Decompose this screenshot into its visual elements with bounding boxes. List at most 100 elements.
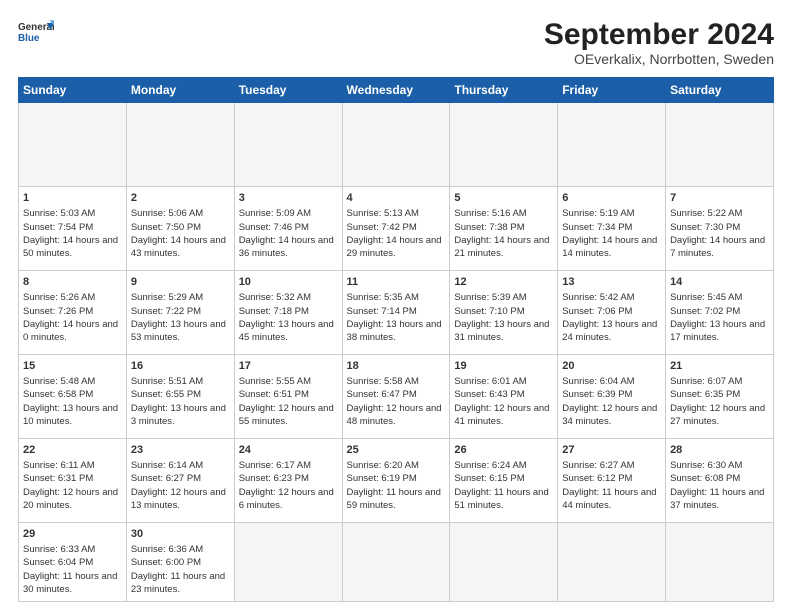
daylight: Daylight: 12 hours and 13 minutes. bbox=[131, 487, 226, 511]
table-row: 30 Sunrise: 6:36 AM Sunset: 6:00 PM Dayligh… bbox=[126, 522, 234, 601]
daylight: Daylight: 14 hours and 43 minutes. bbox=[131, 235, 226, 259]
sunrise: Sunrise: 6:24 AM bbox=[454, 460, 526, 471]
table-row bbox=[342, 103, 450, 187]
sunset: Sunset: 7:38 PM bbox=[454, 222, 524, 233]
daylight: Daylight: 12 hours and 20 minutes. bbox=[23, 487, 118, 511]
table-row bbox=[450, 103, 558, 187]
day-number: 4 bbox=[347, 191, 446, 206]
table-row: 22Sunrise: 6:11 AMSunset: 6:31 PMDayligh… bbox=[19, 438, 127, 522]
col-thursday: Thursday bbox=[450, 78, 558, 103]
daylight: Daylight: 13 hours and 17 minutes. bbox=[670, 319, 765, 343]
daylight: Daylight: 12 hours and 27 minutes. bbox=[670, 403, 765, 427]
day-number: 11 bbox=[347, 275, 446, 290]
sunset: Sunset: 6:12 PM bbox=[562, 473, 632, 484]
table-row: 7Sunrise: 5:22 AMSunset: 7:30 PMDaylight… bbox=[666, 186, 774, 270]
calendar-week-row: 15Sunrise: 5:48 AMSunset: 6:58 PMDayligh… bbox=[19, 354, 774, 438]
table-row bbox=[558, 522, 666, 601]
sunrise: Sunrise: 5:29 AM bbox=[131, 292, 203, 303]
sunset: Sunset: 6:47 PM bbox=[347, 389, 417, 400]
day-number: 27 bbox=[562, 443, 661, 458]
sunrise: Sunrise: 5:39 AM bbox=[454, 292, 526, 303]
sunset: Sunset: 7:02 PM bbox=[670, 306, 740, 317]
sunrise: Sunrise: 6:30 AM bbox=[670, 460, 742, 471]
daylight: Daylight: 14 hours and 7 minutes. bbox=[670, 235, 765, 259]
calendar-week-row: 8Sunrise: 5:26 AMSunset: 7:26 PMDaylight… bbox=[19, 270, 774, 354]
day-number: 17 bbox=[239, 359, 338, 374]
table-row bbox=[19, 103, 127, 187]
sunset: Sunset: 7:18 PM bbox=[239, 306, 309, 317]
daylight: Daylight: 12 hours and 34 minutes. bbox=[562, 403, 657, 427]
day-number: 7 bbox=[670, 191, 769, 206]
table-row: 25Sunrise: 6:20 AMSunset: 6:19 PMDayligh… bbox=[342, 438, 450, 522]
day-number: 10 bbox=[239, 275, 338, 290]
table-row bbox=[450, 522, 558, 601]
table-row: 11Sunrise: 5:35 AMSunset: 7:14 PMDayligh… bbox=[342, 270, 450, 354]
daylight: Daylight: 11 hours and 30 minutes. bbox=[23, 571, 117, 595]
sunset: Sunset: 7:10 PM bbox=[454, 306, 524, 317]
day-number: 14 bbox=[670, 275, 769, 290]
sunset: Sunset: 7:22 PM bbox=[131, 306, 201, 317]
calendar-week-row bbox=[19, 103, 774, 187]
table-row: 12Sunrise: 5:39 AMSunset: 7:10 PMDayligh… bbox=[450, 270, 558, 354]
col-saturday: Saturday bbox=[666, 78, 774, 103]
table-row: 21Sunrise: 6:07 AMSunset: 6:35 PMDayligh… bbox=[666, 354, 774, 438]
title-block: September 2024 OEverkalix, Norrbotten, S… bbox=[544, 18, 774, 67]
sunrise: Sunrise: 5:16 AM bbox=[454, 208, 526, 219]
calendar-subtitle: OEverkalix, Norrbotten, Sweden bbox=[544, 51, 774, 67]
sunrise: Sunrise: 6:36 AM bbox=[131, 544, 203, 555]
sunset: Sunset: 6:00 PM bbox=[131, 557, 201, 568]
sunrise: Sunrise: 6:01 AM bbox=[454, 376, 526, 387]
day-number: 30 bbox=[131, 527, 230, 542]
sunrise: Sunrise: 5:32 AM bbox=[239, 292, 311, 303]
day-number: 3 bbox=[239, 191, 338, 206]
day-number: 29 bbox=[23, 527, 122, 542]
sunset: Sunset: 6:27 PM bbox=[131, 473, 201, 484]
table-row: 18 Sunrise: 5:58 AM Sunset: 6:47 PM Dayligh… bbox=[342, 354, 450, 438]
table-row: 29Sunrise: 6:33 AMSunset: 6:04 PMDayligh… bbox=[19, 522, 127, 601]
table-row bbox=[234, 522, 342, 601]
day-number: 26 bbox=[454, 443, 553, 458]
sunset: Sunset: 7:50 PM bbox=[131, 222, 201, 233]
logo-icon: General Blue bbox=[18, 18, 54, 46]
day-number: 16 bbox=[131, 359, 230, 374]
header: General Blue September 2024 OEverkalix, … bbox=[18, 18, 774, 67]
calendar-table: Sunday Monday Tuesday Wednesday Thursday… bbox=[18, 77, 774, 602]
day-number: 1 bbox=[23, 191, 122, 206]
day-number: 18 bbox=[347, 359, 446, 374]
sunset: Sunset: 6:15 PM bbox=[454, 473, 524, 484]
table-row bbox=[342, 522, 450, 601]
day-number: 2 bbox=[131, 191, 230, 206]
table-row: 26Sunrise: 6:24 AMSunset: 6:15 PMDayligh… bbox=[450, 438, 558, 522]
calendar-title: September 2024 bbox=[544, 18, 774, 51]
table-row: 6Sunrise: 5:19 AMSunset: 7:34 PMDaylight… bbox=[558, 186, 666, 270]
sunset: Sunset: 6:35 PM bbox=[670, 389, 740, 400]
col-wednesday: Wednesday bbox=[342, 78, 450, 103]
day-number: 25 bbox=[347, 443, 446, 458]
table-row: 14Sunrise: 5:45 AMSunset: 7:02 PMDayligh… bbox=[666, 270, 774, 354]
sunrise: Sunrise: 5:58 AM bbox=[347, 376, 419, 387]
table-row: 9Sunrise: 5:29 AMSunset: 7:22 PMDaylight… bbox=[126, 270, 234, 354]
sunset: Sunset: 6:51 PM bbox=[239, 389, 309, 400]
sunrise: Sunrise: 5:03 AM bbox=[23, 208, 95, 219]
sunrise: Sunrise: 5:42 AM bbox=[562, 292, 634, 303]
sunset: Sunset: 6:19 PM bbox=[347, 473, 417, 484]
sunset: Sunset: 7:30 PM bbox=[670, 222, 740, 233]
calendar-week-row: 29Sunrise: 6:33 AMSunset: 6:04 PMDayligh… bbox=[19, 522, 774, 601]
sunset: Sunset: 6:58 PM bbox=[23, 389, 93, 400]
sunrise: Sunrise: 5:55 AM bbox=[239, 376, 311, 387]
col-friday: Friday bbox=[558, 78, 666, 103]
day-number: 21 bbox=[670, 359, 769, 374]
table-row: 24Sunrise: 6:17 AMSunset: 6:23 PMDayligh… bbox=[234, 438, 342, 522]
daylight: Daylight: 11 hours and 23 minutes. bbox=[131, 571, 225, 595]
day-number: 20 bbox=[562, 359, 661, 374]
daylight: Daylight: 12 hours and 48 minutes. bbox=[347, 403, 442, 427]
day-number: 6 bbox=[562, 191, 661, 206]
table-row: 17Sunrise: 5:55 AMSunset: 6:51 PMDayligh… bbox=[234, 354, 342, 438]
sunset: Sunset: 7:42 PM bbox=[347, 222, 417, 233]
sunrise: Sunrise: 5:51 AM bbox=[131, 376, 203, 387]
table-row: 15Sunrise: 5:48 AMSunset: 6:58 PMDayligh… bbox=[19, 354, 127, 438]
table-row: 3Sunrise: 5:09 AMSunset: 7:46 PMDaylight… bbox=[234, 186, 342, 270]
daylight: Daylight: 13 hours and 38 minutes. bbox=[347, 319, 442, 343]
col-tuesday: Tuesday bbox=[234, 78, 342, 103]
sunrise: Sunrise: 6:20 AM bbox=[347, 460, 419, 471]
